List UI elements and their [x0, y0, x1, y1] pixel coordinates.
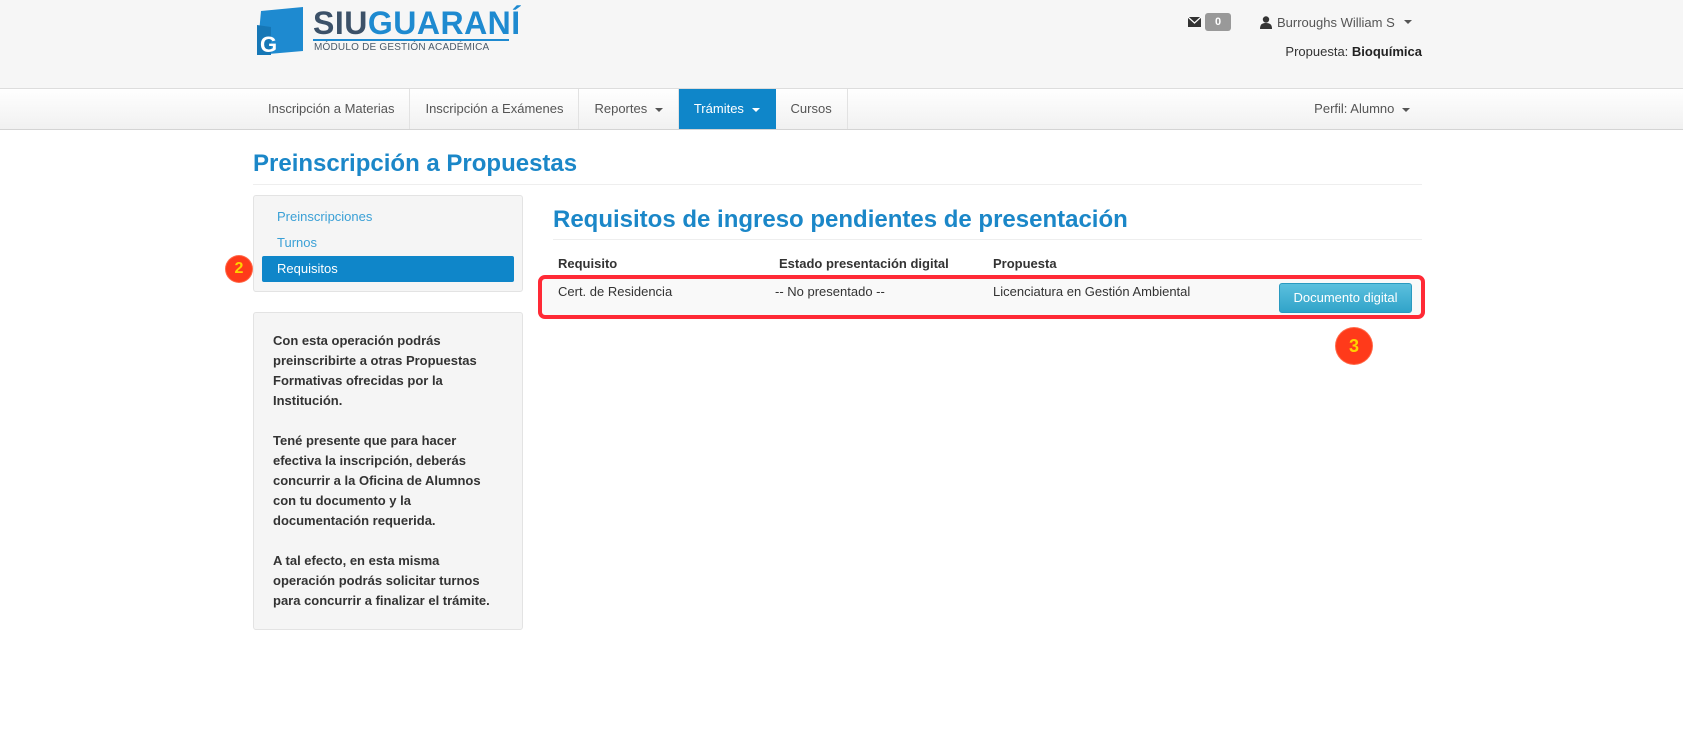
nav-tramites[interactable]: Trámites: [678, 89, 776, 129]
info-paragraph: Con esta operación podrás preinscribirte…: [273, 333, 477, 408]
title-divider: [253, 184, 1422, 185]
current-propuesta: Propuesta: Bioquímica: [1285, 44, 1422, 59]
brand-title: SIUGUARANÍ: [313, 5, 521, 41]
brand-subtitle: MÓDULO DE GESTIÓN ACADÉMICA: [314, 42, 490, 53]
nav-inscripcion-materias[interactable]: Inscripción a Materias: [253, 89, 411, 129]
sidebar-info-panel: Con esta operación podrás preinscribirte…: [253, 312, 523, 630]
nav-inscripcion-examenes[interactable]: Inscripción a Exámenes: [410, 89, 580, 129]
messages-count-badge: 0: [1205, 13, 1231, 31]
sidebar-menu: Preinscripciones Turnos Requisitos: [253, 195, 523, 292]
nav-item-label: Reportes: [594, 101, 648, 116]
section-title: Requisitos de ingreso pendientes de pres…: [553, 206, 1128, 233]
chevron-down-icon: [751, 107, 760, 112]
nav-menu: Inscripción a Materias Inscripción a Exá…: [253, 89, 848, 129]
page-title: Preinscripción a Propuestas: [253, 150, 578, 177]
chevron-down-icon: [1402, 107, 1410, 112]
brand-title-guarani: GUARANÍ: [367, 5, 521, 41]
brand-title-siu: SIU: [313, 5, 368, 41]
nav-item-label: Cursos: [790, 101, 832, 116]
nav-item-label: Trámites: [693, 101, 744, 116]
sidebar-item-preinscripciones[interactable]: Preinscripciones: [262, 204, 514, 230]
section-divider: [553, 239, 1422, 240]
step-marker-3: 3: [1336, 328, 1372, 364]
user-name: Burroughs William S: [1277, 14, 1395, 30]
column-header-estado: Estado presentación digital: [779, 256, 949, 271]
nav-cursos[interactable]: Cursos: [776, 89, 848, 129]
g-logo-icon: G: [257, 7, 303, 57]
chevron-down-icon: [1403, 20, 1412, 24]
app-header: G SIUGUARANÍ MÓDULO DE GESTIÓN ACADÉMICA…: [0, 0, 1683, 88]
brand-underline: [313, 39, 509, 41]
perfil-menu[interactable]: Perfil: Alumno: [1299, 89, 1425, 129]
info-paragraph: A tal efecto, en esta misma operación po…: [273, 553, 490, 608]
siu-guarani-logo[interactable]: G SIUGUARANÍ MÓDULO DE GESTIÓN ACADÉMICA: [253, 5, 520, 61]
svg-text:G: G: [260, 32, 277, 57]
nav-item-label: Inscripción a Exámenes: [425, 101, 564, 116]
propuesta-value: Bioquímica: [1351, 44, 1422, 59]
main-navbar: Inscripción a Materias Inscripción a Exá…: [0, 88, 1683, 130]
nav-reportes[interactable]: Reportes: [579, 89, 679, 129]
column-header-propuesta: Propuesta: [993, 256, 1057, 271]
user-icon: [1260, 15, 1272, 29]
messages-button[interactable]: 0: [1188, 13, 1231, 31]
nav-item-label: Inscripción a Materias: [268, 101, 395, 116]
row-highlight-box: [538, 275, 1425, 319]
step-marker-2: 2: [226, 256, 252, 282]
user-menu[interactable]: Burroughs William S: [1260, 13, 1412, 31]
sidebar-item-turnos[interactable]: Turnos: [262, 230, 514, 256]
propuesta-label: Propuesta:: [1285, 44, 1349, 59]
column-header-requisito: Requisito: [558, 256, 618, 271]
perfil-label: Perfil: Alumno: [1314, 101, 1395, 116]
sidebar-item-requisitos[interactable]: Requisitos: [262, 256, 514, 282]
envelope-icon: [1188, 17, 1201, 27]
chevron-down-icon: [654, 107, 663, 112]
info-paragraph: Tené presente que para hacer efectiva la…: [273, 433, 481, 528]
